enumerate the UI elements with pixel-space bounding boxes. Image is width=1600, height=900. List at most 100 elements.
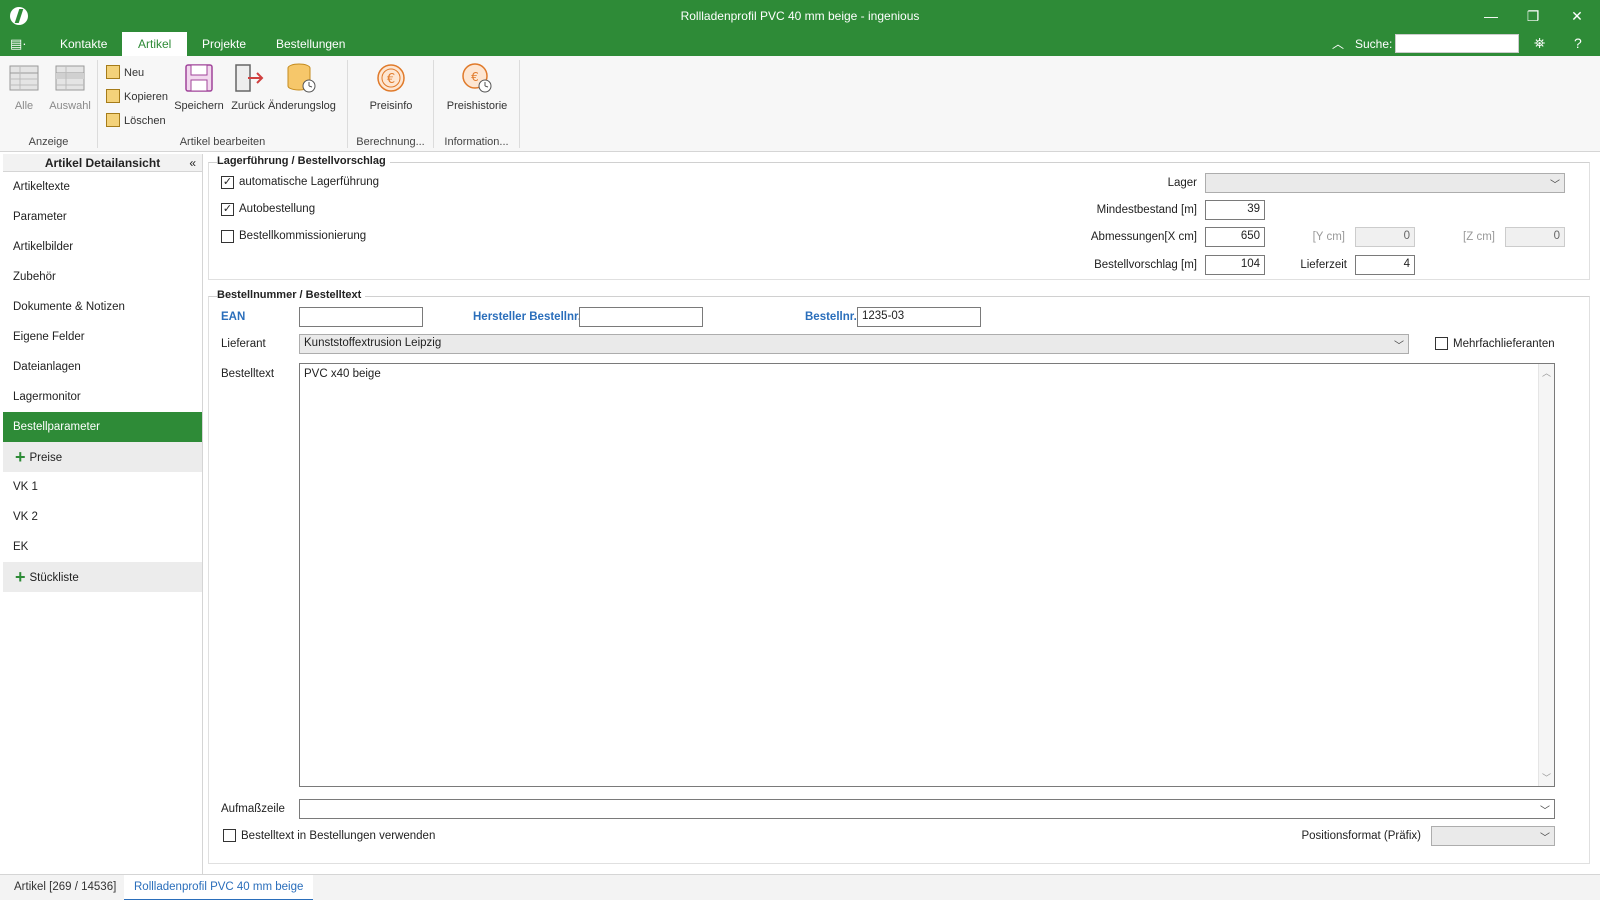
restore-icon[interactable]: ❐	[1518, 4, 1548, 28]
chevron-down-icon: ﹀	[1394, 341, 1404, 352]
sidebar-group-stueckliste[interactable]: + Stückliste	[3, 562, 202, 592]
abmessungen-z-input[interactable]: 0	[1505, 227, 1565, 247]
binoculars-icon[interactable]: ⛯	[1534, 35, 1545, 52]
sidebar-group-preise[interactable]: + Preise	[3, 442, 202, 472]
mindestbestand-label: Mindestbestand [m]	[1096, 204, 1197, 216]
preisinfo-button[interactable]: € Preisinfo	[368, 62, 414, 112]
hersteller-bestellnr-label: Hersteller Bestellnr.	[473, 311, 582, 323]
sidebar-item-zubehoer[interactable]: Zubehör	[3, 262, 202, 292]
bestellnr-input[interactable]: 1235-03	[857, 307, 981, 327]
sidebar-item-ek[interactable]: EK	[3, 532, 202, 562]
zurueck-label: Zurück	[231, 100, 265, 112]
mindestbestand-input[interactable]: 39	[1205, 200, 1265, 220]
new-icon	[106, 65, 120, 79]
sidebar-group-stueckliste-label: Stückliste	[29, 572, 79, 584]
lager-label: Lager	[1167, 177, 1197, 189]
main-content: Lagerführung / Bestellvorschlag ✓ automa…	[206, 154, 1600, 870]
abmessungen-x-input[interactable]: 650	[1205, 227, 1265, 247]
aenderungslog-button[interactable]: Änderungslog	[268, 62, 336, 112]
chevron-down-icon: ﹀	[1550, 180, 1560, 191]
sidebar-item-bestellparameter[interactable]: Bestellparameter	[3, 412, 202, 442]
bestellvorschlag-input[interactable]: 104	[1205, 255, 1265, 275]
tab-bestellungen[interactable]: Bestellungen	[260, 32, 361, 56]
chevron-down-icon: ﹀	[1540, 806, 1550, 817]
loeschen-button[interactable]: Löschen	[106, 112, 166, 132]
lieferzeit-input[interactable]: 4	[1355, 255, 1415, 275]
svg-text:€: €	[471, 70, 479, 84]
sidebar-item-dateianlagen[interactable]: Dateianlagen	[3, 352, 202, 382]
preisinfo-label: Preisinfo	[369, 100, 413, 112]
aufmasszeile-select[interactable]: ﹀	[299, 799, 1555, 819]
scroll-up-icon[interactable]: ︿	[1542, 366, 1551, 379]
bestelltext-verwenden-checkbox[interactable]	[223, 829, 236, 842]
search-label: Suche:	[1355, 37, 1393, 51]
collapse-sidebar-icon[interactable]: «	[189, 154, 196, 172]
bestelltext-value: PVC x40 beige	[304, 368, 381, 380]
hersteller-bestellnr-input[interactable]	[579, 307, 703, 327]
automatische-lagerfuehrung-checkbox[interactable]: ✓	[221, 176, 234, 189]
autobestellung-label: Autobestellung	[239, 203, 316, 215]
group-label-information: Information...	[444, 136, 509, 148]
collapse-ribbon-icon[interactable]: ︿	[1332, 35, 1344, 52]
bestellvorschlag-label: Bestellvorschlag [m]	[1094, 259, 1197, 271]
positionsformat-select[interactable]: ﹀	[1431, 826, 1555, 846]
sidebar-group-preise-label: Preise	[29, 452, 63, 464]
autobestellung-checkbox[interactable]: ✓	[221, 203, 234, 216]
sidebar-item-artikeltexte[interactable]: Artikeltexte	[3, 172, 202, 202]
sidebar-item-vk2[interactable]: VK 2	[3, 502, 202, 532]
document-tabs: Artikel [269 / 14536] Rollladenprofil PV…	[0, 874, 1600, 900]
auswahl-button[interactable]: Auswahl	[48, 62, 92, 112]
minimize-icon[interactable]: —	[1476, 4, 1506, 28]
tab-projekte[interactable]: Projekte	[186, 32, 262, 56]
delete-icon	[106, 113, 120, 127]
euro-coin-icon: €	[375, 62, 407, 96]
aenderungslog-label: Änderungslog	[268, 100, 336, 112]
sidebar-item-eigene-felder[interactable]: Eigene Felder	[3, 322, 202, 352]
close-icon[interactable]: ✕	[1562, 4, 1592, 28]
lieferant-select[interactable]: Kunststoffextrusion Leipzig ﹀	[299, 334, 1409, 354]
neu-button[interactable]: Neu	[106, 64, 144, 84]
preishistorie-button[interactable]: € Preishistorie	[446, 62, 508, 112]
auswahl-label: Auswahl	[49, 100, 91, 112]
bestelltext-verwenden-label: Bestelltext in Bestellungen verwenden	[241, 830, 436, 842]
abmessungen-y-input[interactable]: 0	[1355, 227, 1415, 247]
bestellkommissionierung-checkbox[interactable]	[221, 230, 234, 243]
tab-artikel-liste[interactable]: Artikel [269 / 14536]	[4, 875, 126, 900]
table-icon	[8, 62, 40, 96]
scroll-down-icon[interactable]: ﹀	[1542, 771, 1551, 784]
z-cm-label: [Z cm]	[1463, 231, 1495, 243]
preishistorie-label: Preishistorie	[446, 100, 508, 112]
help-icon[interactable]: ?	[1574, 35, 1582, 51]
tab-artikel[interactable]: Artikel	[122, 32, 188, 56]
sidebar-item-lagermonitor[interactable]: Lagermonitor	[3, 382, 202, 412]
undo-door-icon	[232, 62, 264, 96]
ribbon-group-information: € Preishistorie Information...	[434, 60, 520, 148]
sidebar-item-vk1[interactable]: VK 1	[3, 472, 202, 502]
sidebar-title: Artikel Detailansicht	[44, 156, 161, 170]
title-bar: Rollladenprofil PVC 40 mm beige - ingeni…	[0, 0, 1600, 32]
loeschen-label: Löschen	[124, 115, 166, 127]
ribbon-group-anzeige: Alle Auswahl Anzeige	[0, 60, 98, 148]
lager-select[interactable]: ﹀	[1205, 173, 1565, 193]
tab-artikel-detail[interactable]: Rollladenprofil PVC 40 mm beige	[124, 875, 314, 900]
kopieren-label: Kopieren	[124, 91, 169, 103]
alle-button[interactable]: Alle	[8, 62, 40, 112]
ean-input[interactable]	[299, 307, 423, 327]
mehrfachlieferanten-checkbox[interactable]	[1435, 337, 1448, 350]
sidebar-item-dokumente[interactable]: Dokumente & Notizen	[3, 292, 202, 322]
bestellnr-label: Bestellnr.	[805, 311, 857, 323]
tab-kontakte[interactable]: Kontakte	[44, 32, 123, 56]
bestelltext-textarea[interactable]: PVC x40 beige ︿ ﹀	[299, 363, 1555, 787]
svg-text:€: €	[387, 72, 395, 87]
speichern-button[interactable]: Speichern	[174, 62, 224, 112]
sidebar-item-parameter[interactable]: Parameter	[3, 202, 202, 232]
bestelltext-scrollbar[interactable]: ︿ ﹀	[1538, 364, 1554, 786]
copy-icon	[106, 89, 120, 103]
zurueck-button[interactable]: Zurück	[228, 62, 268, 112]
search-input[interactable]	[1395, 34, 1519, 53]
kopieren-button[interactable]: Kopieren	[106, 88, 168, 108]
section-lagerfuehrung: Lagerführung / Bestellvorschlag ✓ automa…	[208, 155, 1590, 280]
app-menu-icon[interactable]: ▤·	[10, 36, 27, 52]
sidebar: Artikel Detailansicht « Artikeltexte Par…	[3, 154, 203, 874]
sidebar-item-artikelbilder[interactable]: Artikelbilder	[3, 232, 202, 262]
